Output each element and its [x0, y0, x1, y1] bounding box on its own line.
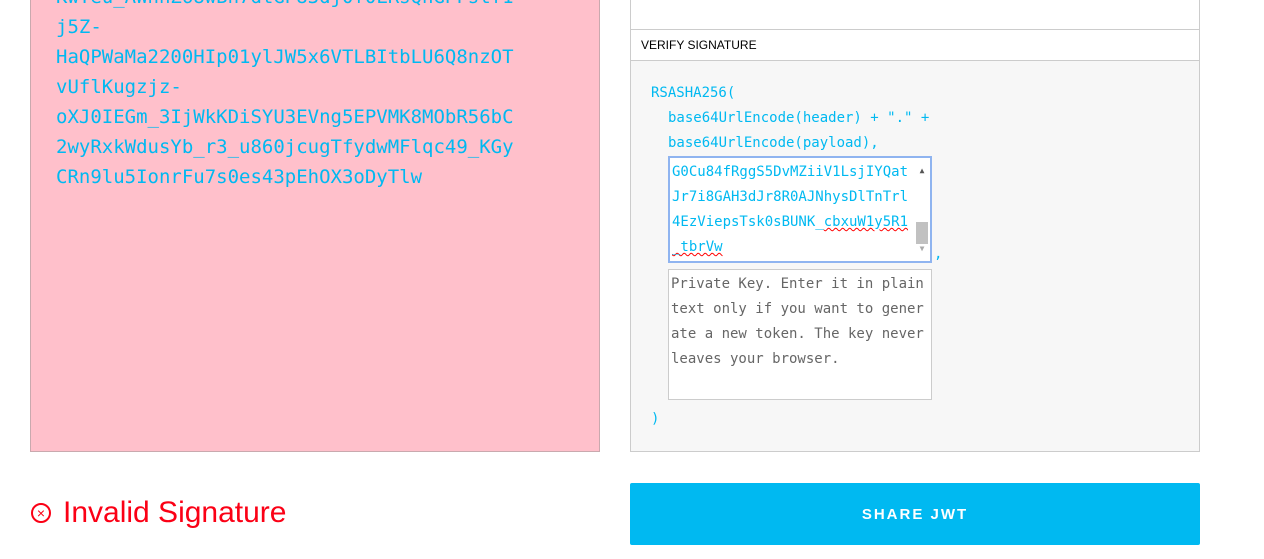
fn-close: ) — [651, 411, 660, 427]
token-line: KwYeu_AWnhZ68wBh7dtGP83dj0f0LRsQhGPFstf1 — [56, 0, 546, 12]
verify-signature-header: VERIFY SIGNATURE — [631, 30, 1199, 61]
token-line: 2wyRxkWdusYb_r3_u860jcugTfydwMFlqc49_KGy — [56, 136, 514, 158]
payload-section: } — [631, 0, 1199, 30]
token-line: HaQPWaMa2200HIp01ylJW5x6VTLBItbLU6Q8nzOT — [56, 46, 514, 68]
scroll-down-arrow-icon[interactable]: ▼ — [914, 236, 930, 261]
code-line-header: base64UrlEncode(header) + "." + — [668, 110, 930, 126]
token-line: oXJ0IEGm_3IjWkKDiSYU3EVng5EPVMK8MObR56bC — [56, 106, 514, 128]
scroll-up-arrow-icon[interactable]: ▲ — [914, 158, 930, 183]
fn-open: RSASHA256( — [651, 85, 736, 101]
token-line: CRn9lu5IonrFu7s0es43pEhOX3oDyTlw — [56, 166, 423, 188]
token-line: vUflKugzjz- — [56, 76, 182, 98]
textarea-scrollbar[interactable]: ▲ ▼ — [914, 158, 930, 261]
circle-x-icon: × — [31, 503, 51, 523]
comma: , — [934, 246, 943, 262]
signature-status: × Invalid Signature — [31, 496, 286, 530]
token-line: j5Z- — [56, 16, 102, 38]
status-text: Invalid Signature — [63, 496, 287, 529]
code-line-payload: base64UrlEncode(payload), — [668, 135, 879, 151]
encoded-token-panel[interactable]: KwYeu_AWnhZ68wBh7dtGP83dj0f0LRsQhGPFstf1… — [30, 0, 600, 452]
share-jwt-button[interactable]: SHARE JWT — [630, 483, 1200, 545]
decoded-panel: } VERIFY SIGNATURE RSASHA256( base64UrlE… — [630, 0, 1200, 452]
encoded-token-text[interactable]: KwYeu_AWnhZ68wBh7dtGP83dj0f0LRsQhGPFstf1… — [56, 0, 546, 192]
public-key-textarea[interactable]: G0Cu84fRggS5DvMZiiV1LsjIYQatJr7i8GAH3dJr… — [668, 156, 932, 263]
private-key-textarea[interactable]: Private Key. Enter it in plain text only… — [668, 269, 932, 400]
